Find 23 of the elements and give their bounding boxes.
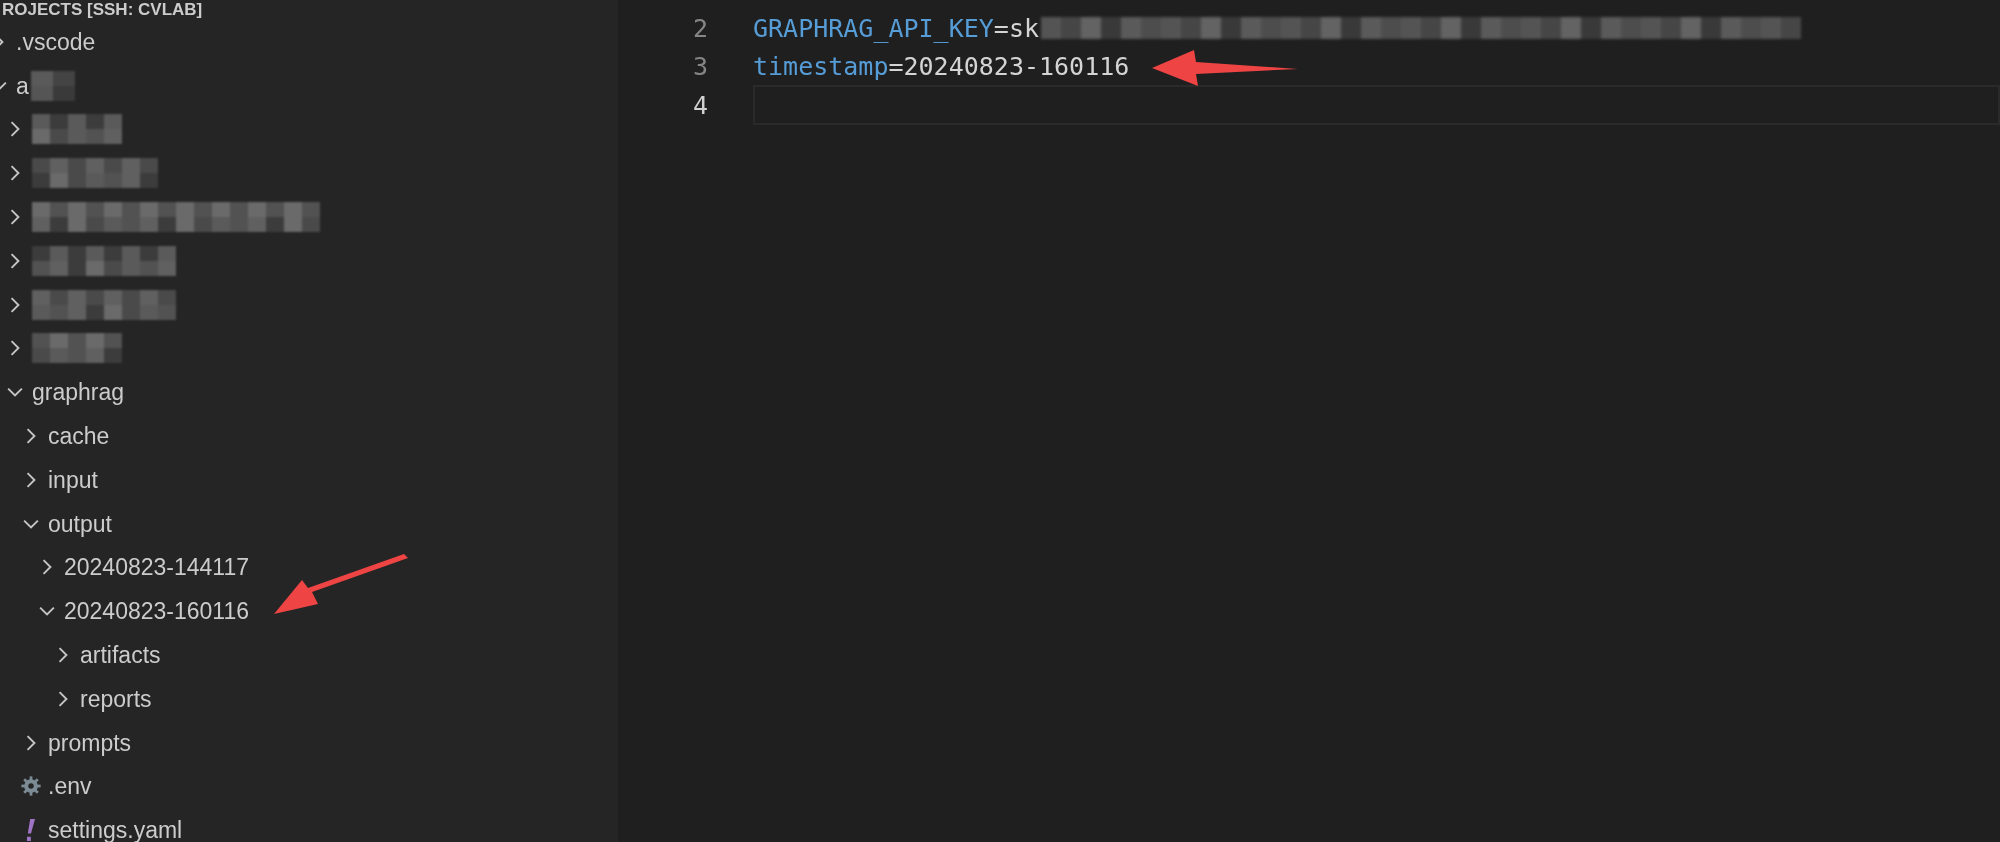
- folder-name[interactable]: reports: [80, 684, 152, 713]
- folder-name[interactable]: cache: [48, 422, 110, 451]
- folder-name[interactable]: 20240823-144117: [64, 553, 250, 582]
- exclamation-icon: [27, 819, 35, 842]
- config-key: GRAPHRAG_API_KEY: [753, 13, 994, 43]
- folder-name[interactable]: a: [16, 71, 29, 100]
- file-name[interactable]: settings.yaml: [48, 816, 183, 842]
- config-value: =sk: [993, 13, 1039, 43]
- line-number: 4: [691, 90, 708, 120]
- folder-name[interactable]: .vscode: [16, 27, 96, 56]
- file-name[interactable]: .env: [48, 772, 92, 801]
- config-key: timestamp: [753, 52, 889, 82]
- line-number: 2: [691, 13, 708, 43]
- folder-name[interactable]: prompts: [48, 728, 132, 757]
- gear-icon: [20, 775, 42, 798]
- line-number: 3: [691, 52, 708, 82]
- config-value: =20240823-160116: [888, 52, 1130, 82]
- folder-name[interactable]: graphrag: [32, 378, 125, 407]
- folder-name[interactable]: artifacts: [80, 641, 161, 670]
- folder-name[interactable]: 20240823-160116: [64, 597, 250, 626]
- folder-name[interactable]: output: [48, 509, 112, 538]
- folder-name[interactable]: input: [48, 465, 98, 494]
- explorer-title: ROJECTS [SSH: CVLAB]: [2, 0, 203, 20]
